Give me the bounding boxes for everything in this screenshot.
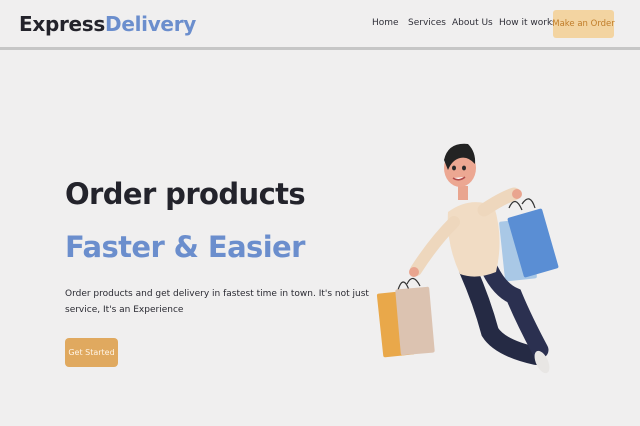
nav-how-it-works[interactable]: How it works xyxy=(499,18,557,28)
hero-title-accent: Faster & Easier xyxy=(65,230,305,264)
get-started-button[interactable]: Get Started xyxy=(65,338,118,367)
shopping-person-illustration xyxy=(376,143,559,374)
hero-title: Order products Faster & Easier xyxy=(65,168,395,274)
navbar: ExpressDelivery Home Services About Us H… xyxy=(0,0,640,50)
nav-services[interactable]: Services xyxy=(408,18,446,28)
logo[interactable]: ExpressDelivery xyxy=(19,12,196,36)
hero-title-plain: Order products xyxy=(65,177,306,211)
make-an-order-button[interactable]: Make an Order xyxy=(552,10,615,38)
nav-about-us[interactable]: About Us xyxy=(452,18,493,28)
hero-description: Order products and get delivery in faste… xyxy=(65,289,369,315)
logo-express: Express xyxy=(19,12,106,36)
logo-delivery: Delivery xyxy=(105,12,196,36)
nav-home[interactable]: Home xyxy=(372,18,399,28)
